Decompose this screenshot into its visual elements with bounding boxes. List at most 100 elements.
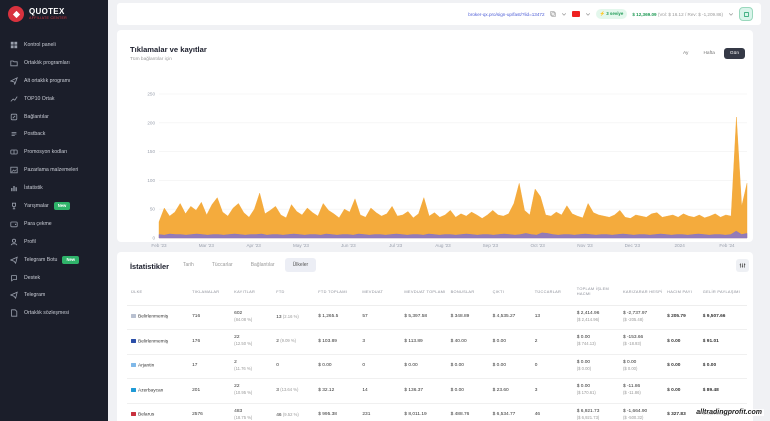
table-cell: $ 91.01 (702, 329, 747, 355)
sidebar-item-folder[interactable]: Ortaklık programları (0, 54, 108, 72)
column-header[interactable]: HACIM PAYI (667, 278, 703, 306)
table-cell: 201 (192, 378, 235, 404)
table-cell: $ 103.89 (318, 329, 363, 355)
y-tick-label: 100 (147, 178, 155, 183)
sidebar-item-send[interactable]: Alt ortaklık programı (0, 72, 108, 90)
pnl-sub: ($ -500.32) (622, 414, 644, 420)
sidebar-item-dashboard[interactable]: Kontrol paneli (0, 36, 108, 54)
column-header[interactable]: TÜCCARLAR (534, 278, 577, 306)
sidebar-item-wallet[interactable]: Para çekme (0, 215, 108, 233)
table-cell: 176 (192, 329, 235, 355)
language-flag-icon[interactable] (571, 11, 580, 17)
x-tick-label: Jul '23 (389, 243, 403, 248)
column-header[interactable]: ÜLKE (127, 278, 193, 306)
table-cell: 602 (84.08 %) (234, 305, 277, 330)
stats-tab-1[interactable]: Tüccarlar (204, 258, 241, 272)
country-flag-icon (131, 363, 136, 368)
pnl-sub: ($ -11.86) (622, 390, 641, 396)
ftd-total-value: $ 103.89 (318, 338, 337, 344)
quotex-logo-icon (8, 6, 24, 22)
y-tick-label: 50 (150, 207, 156, 212)
volume-sub: ($ 170.61) (576, 390, 596, 396)
sidebar-item-link[interactable]: Bağlantılar (0, 108, 108, 126)
output-value: $ 0.00 (492, 338, 506, 344)
user-icon (9, 237, 18, 246)
postback-icon (9, 130, 18, 139)
account-button[interactable] (739, 7, 753, 21)
column-header[interactable]: TOPLAM İŞLEM HACMI (576, 278, 623, 306)
table-cell: 46 (9.52 %) (276, 403, 319, 421)
sidebar-item-postback[interactable]: Postback (0, 125, 108, 143)
column-header[interactable]: ÇIKTI (492, 278, 535, 306)
sidebar-item-label: Kontrol paneli (24, 41, 56, 48)
sidebar-item-image[interactable]: Pazarlama malzemeleri (0, 161, 108, 179)
country-name: Belarus (138, 412, 155, 418)
range-tab-1[interactable]: Hafta (697, 48, 720, 59)
ftd-total-value: $ 1,265.5 (318, 314, 339, 320)
range-tab-0[interactable]: Ay (677, 48, 695, 59)
stats-tab-2[interactable]: Bağlantılar (243, 258, 283, 272)
range-tab-2[interactable]: Gün (723, 48, 745, 59)
volume-share-value: $ 327.83 (667, 412, 686, 418)
table-cell: 231 (362, 403, 405, 421)
ftd-value: 13 (276, 314, 282, 320)
sidebar-item-promo[interactable]: Promosyon kodları (0, 143, 108, 161)
clicks-value: 716 (192, 314, 201, 320)
sidebar-item-bot[interactable]: Telegram Botu New (0, 251, 108, 269)
table-cell: 13 (534, 305, 577, 330)
stats-tab-0[interactable]: Tarih (175, 258, 202, 272)
language-chevron-icon[interactable] (585, 11, 591, 17)
column-header[interactable]: GELİR PAYLAŞIMI (702, 278, 747, 306)
copy-icon[interactable] (549, 11, 556, 17)
balance-detail: (Vol: $ 16.12 / Rev: $ -1,209.86) (657, 11, 723, 17)
image-icon (9, 166, 18, 175)
filter-button[interactable] (736, 259, 749, 272)
referral-link[interactable]: broker-qx.pro/sign-up/fast/?lid=13472 (468, 12, 544, 17)
column-header[interactable]: FTD TOPLAMI (318, 278, 363, 306)
sidebar-item-support[interactable]: Destek (0, 269, 108, 287)
brand-logo[interactable]: QUOTEX AFFILIATE CENTER (0, 0, 108, 28)
x-tick-label: Nov '23 (577, 243, 593, 248)
range-tabs: Ay Hafta Gün (677, 48, 745, 59)
stats-tab-3[interactable]: Ülkeler (284, 258, 317, 272)
volume-sub: ($ 0.00) (576, 365, 592, 371)
traders-value: 3 (534, 387, 538, 393)
trend-icon (9, 94, 18, 103)
table-row[interactable]: Arjantin 17 2 (11.76 %) 0 $ 0.00 0 $ 0.00 $ 0.0… (127, 354, 747, 379)
table-cell: 0 (362, 354, 405, 379)
x-tick-label: May '23 (293, 243, 309, 248)
watermark: alltradingprofit.com (694, 409, 764, 416)
telegram-icon (9, 291, 18, 300)
table-row[interactable]: Belarus 2576 483 (18.75 %) 46 (9.52 %) $ 995… (127, 403, 747, 421)
promo-icon (9, 148, 18, 157)
table-cell: $ 5,397.58 (404, 305, 451, 330)
balance-chevron-icon[interactable] (728, 11, 734, 17)
deposits-value: 14 (362, 387, 368, 393)
table-row[interactable]: Belirlenmemiş 716 602 (84.08 %) 13 (2.16 %)… (127, 305, 747, 330)
level-badge[interactable]: ⚡ 3 seviye (595, 9, 628, 19)
table-cell: $ 9,507.66 (702, 305, 747, 330)
stats-title: İstatistikler (130, 262, 170, 271)
volume-share-value: $ 0.00 (667, 387, 681, 393)
sidebar-item-stats[interactable]: İstatistik (0, 179, 108, 197)
table-cell: $ 348.89 (450, 305, 493, 330)
column-header[interactable]: KAR/ZARAR HESPİ (622, 278, 668, 306)
table-row[interactable]: Belirlenmemiş 176 22 (12.50 %) 2 (9.09 %) $ … (127, 329, 747, 355)
table-cell: $ 6,921.73 ($ 6,921.73) (576, 403, 623, 421)
folder-icon (9, 58, 18, 67)
column-header[interactable]: FTD (276, 278, 319, 306)
sidebar-item-telegram[interactable]: Telegram (0, 286, 108, 304)
sidebar-item-user[interactable]: Profil (0, 233, 108, 251)
regs-pct: (10.95 %) (234, 390, 253, 396)
table-row[interactable]: Azerbaycan 201 22 (10.95 %) 3 (13.64 %) $ 32… (127, 378, 747, 404)
sidebar-item-trend[interactable]: TOP10 Ortak (0, 90, 108, 108)
chevron-down-icon[interactable] (561, 11, 567, 17)
column-header[interactable]: TIKLAMALAR (192, 278, 235, 306)
sidebar-item-trophy[interactable]: Yarışmalar New (0, 197, 108, 215)
column-header[interactable]: MEVDUAT TOPLAMI (404, 278, 451, 306)
column-header[interactable]: KAYITLAR (234, 278, 277, 306)
column-header[interactable]: BONUSLAR (450, 278, 493, 306)
revenue-share-value: $ 91.01 (702, 338, 719, 344)
sidebar-item-document[interactable]: Ortaklık sözleşmesi (0, 304, 108, 322)
column-header[interactable]: MEVDUAT (362, 278, 405, 306)
